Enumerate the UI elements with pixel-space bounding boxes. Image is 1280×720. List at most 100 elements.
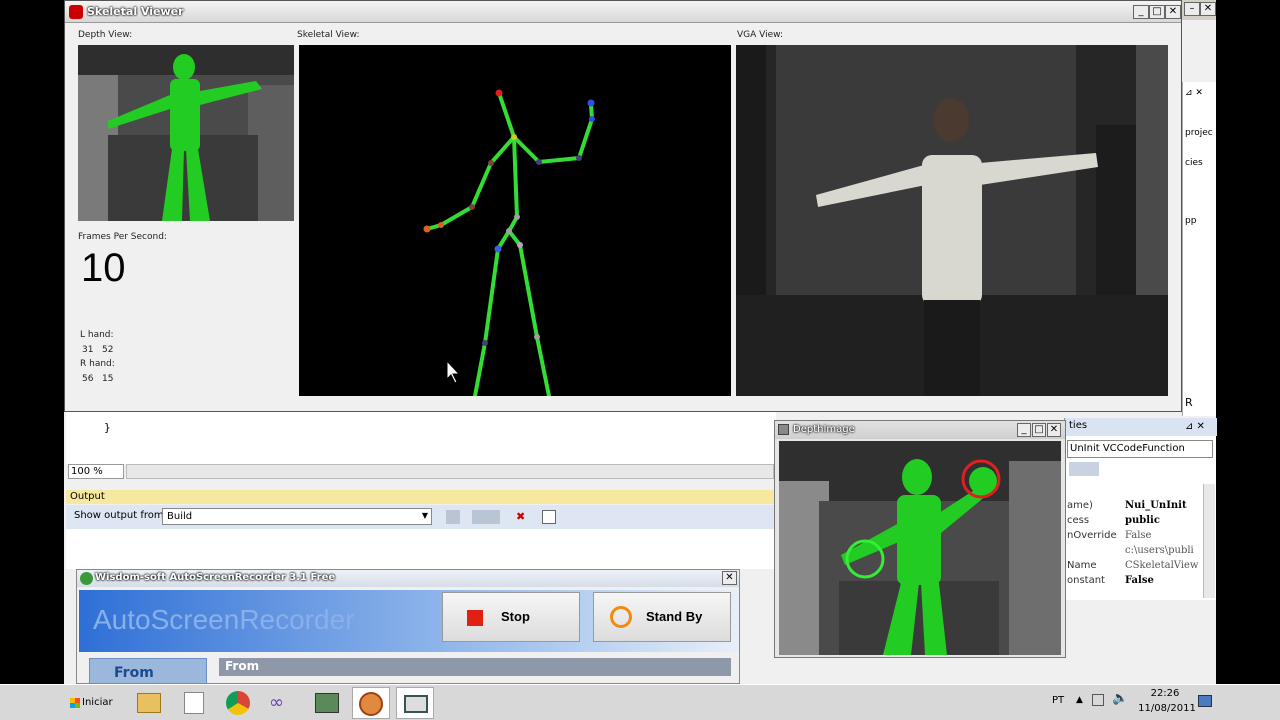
close-button[interactable]: ✕ — [1047, 423, 1061, 437]
stop-label: Stop — [501, 609, 530, 624]
navigate-icon[interactable] — [472, 510, 500, 524]
minimize-button[interactable]: _ — [1133, 5, 1149, 19]
power-icon — [610, 606, 632, 628]
taskbar-skeletal-viewer[interactable] — [396, 687, 434, 719]
ide-window-controls: – ✕ — [1182, 0, 1216, 20]
mouse-cursor-icon — [446, 359, 461, 384]
solution-text: projec — [1185, 128, 1213, 138]
property-row[interactable]: ame) Nui_UnInit — [1067, 500, 1205, 515]
ide-minimize-button[interactable]: – — [1184, 2, 1200, 16]
taskbar-visual-studio[interactable]: ∞ — [263, 687, 301, 719]
ide-close-button[interactable]: ✕ — [1200, 2, 1216, 16]
depth-view-image — [78, 45, 294, 221]
recorder-window: Wisdom-soft AutoScreenRecorder 3.1 Free … — [76, 569, 740, 684]
maximize-button[interactable]: □ — [1032, 423, 1046, 437]
infinity-icon: ∞ — [269, 692, 284, 713]
close-button[interactable]: ✕ — [1165, 5, 1181, 19]
skeletal-view-label: Skeletal View: — [297, 30, 360, 40]
right-black-area — [1216, 0, 1280, 720]
window-app-icon — [404, 695, 428, 713]
minimize-button[interactable]: _ — [1017, 423, 1031, 437]
volume-icon[interactable]: 🔈 — [1112, 691, 1128, 706]
vga-view-image — [736, 45, 1168, 396]
output-panel-title: Output — [66, 490, 774, 504]
folder-icon — [137, 693, 161, 713]
taskbar-explorer[interactable] — [130, 687, 168, 719]
r-hand-value: 56 15 — [82, 374, 114, 384]
output-toolbar: Show output from: Build ▼ ✖ — [66, 505, 774, 529]
from-header: From — [219, 658, 731, 676]
taskbar-recorder[interactable] — [352, 687, 390, 719]
taskbar-monitor[interactable] — [308, 687, 346, 719]
property-row[interactable]: nOverride False — [1067, 530, 1205, 545]
show-output-from-label: Show output from: — [74, 510, 167, 521]
notepad-icon — [184, 692, 204, 714]
properties-object-select[interactable]: UnInit VCCodeFunction — [1067, 440, 1213, 458]
depth-view-scene — [78, 45, 294, 221]
horizontal-scrollbar[interactable] — [126, 464, 774, 479]
solution-text: R — [1185, 396, 1193, 409]
window-title: Wisdom-soft AutoScreenRecorder 3.1 Free — [95, 572, 336, 583]
maximize-button[interactable]: □ — [1149, 5, 1165, 19]
skeleton-drawing — [423, 89, 595, 398]
pin-icon[interactable]: ⊿ ✕ — [1185, 88, 1203, 98]
stand-by-button[interactable]: Stand By — [593, 592, 731, 642]
solution-explorer: projec cies pp R ⊿ ✕ — [1182, 82, 1216, 416]
windows-logo-icon — [70, 698, 80, 708]
property-row[interactable]: cess public — [1067, 515, 1205, 530]
show-desktop-icon[interactable] — [1198, 695, 1212, 707]
pin-icon[interactable]: ⊿ ✕ — [1185, 421, 1205, 432]
vga-camera-scene — [736, 45, 1168, 396]
depth-image-canvas — [779, 441, 1061, 655]
clear-all-icon[interactable]: ✖ — [516, 510, 530, 524]
fps-label: Frames Per Second: — [78, 232, 167, 242]
property-row[interactable]: Name CSkeletalView — [1067, 560, 1205, 575]
solution-text: pp — [1185, 216, 1197, 226]
property-row[interactable]: onstant False — [1067, 575, 1205, 590]
app-icon — [69, 5, 83, 19]
solution-text: cies — [1185, 158, 1203, 168]
stop-button[interactable]: Stop — [442, 592, 580, 642]
show-output-from-value: Build — [167, 511, 193, 522]
fps-value: 10 — [81, 246, 126, 290]
tray-expand-icon[interactable]: ▲ — [1076, 695, 1083, 705]
from-tab[interactable]: From — [89, 658, 207, 684]
properties-toolbar-icon[interactable] — [1069, 462, 1099, 476]
properties-scrollbar[interactable] — [1203, 484, 1215, 598]
chevron-down-icon: ▼ — [421, 511, 428, 520]
window-icon — [778, 424, 789, 435]
taskbar-notepad[interactable] — [175, 687, 213, 719]
start-button[interactable]: Iniciar — [66, 689, 120, 717]
taskbar: Iniciar ∞ PT ▲ 🔈 22:26 11/08/2011 — [0, 684, 1280, 720]
show-output-from-select[interactable]: Build ▼ — [162, 508, 432, 525]
skeletal-viewer-titlebar[interactable]: Skeletal Viewer _ □ ✕ — [65, 1, 1181, 23]
vga-view-label: VGA View: — [737, 30, 784, 40]
close-button[interactable]: ✕ — [722, 571, 737, 585]
recorder-titlebar[interactable]: Wisdom-soft AutoScreenRecorder 3.1 Free … — [77, 570, 739, 587]
skeletal-view-canvas — [299, 45, 731, 398]
word-wrap-icon[interactable] — [542, 510, 556, 524]
code-editor[interactable] — [66, 412, 776, 464]
recorder-logo: AutoScreenRecorder — [93, 604, 355, 635]
start-label: Iniciar — [82, 697, 113, 708]
output-text-area[interactable] — [66, 529, 774, 569]
find-message-icon[interactable] — [446, 510, 460, 524]
clock-time[interactable]: 22:26 — [1140, 688, 1190, 699]
language-indicator[interactable]: PT — [1052, 695, 1064, 706]
zoom-combo[interactable]: 100 % — [68, 464, 124, 479]
l-hand-label: L hand: — [80, 330, 114, 340]
clock-date[interactable]: 11/08/2011 — [1138, 703, 1196, 714]
network-icon[interactable] — [1092, 694, 1104, 706]
property-row[interactable]: c:\users\publi — [1067, 545, 1205, 560]
depth-image-titlebar[interactable]: DepthImage _ □ ✕ — [775, 421, 1065, 439]
monitor-icon — [315, 693, 339, 713]
stop-icon — [467, 610, 483, 626]
window-title: DepthImage — [793, 424, 855, 435]
l-hand-value: 31 52 — [82, 345, 114, 355]
taskbar-chrome[interactable] — [219, 687, 257, 719]
chrome-icon — [226, 691, 250, 715]
stand-by-label: Stand By — [646, 609, 703, 624]
depth-image-scene — [779, 441, 1061, 655]
skeletal-viewer-window: Skeletal Viewer _ □ ✕ Depth View: Skelet… — [64, 0, 1182, 412]
window-title: Skeletal Viewer — [87, 5, 184, 18]
